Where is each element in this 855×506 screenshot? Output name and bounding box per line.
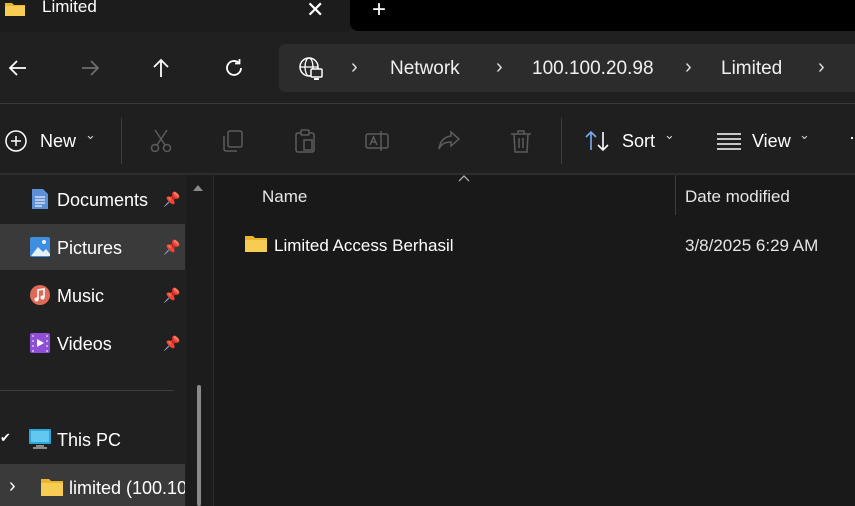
sidebar-item-documents[interactable]: Documents 📌 [0,176,185,222]
breadcrumb-host[interactable]: 100.100.20.98 [532,58,654,80]
refresh-button[interactable] [216,50,252,86]
scroll-up-icon[interactable] [192,183,204,192]
pictures-icon [30,237,50,257]
sort-label: Sort [622,131,656,151]
list-view-icon [717,133,741,150]
back-button[interactable] [0,50,36,86]
file-list [214,175,855,506]
sidebar-item-label: This PC [57,430,122,450]
pin-icon: 📌 [163,191,181,207]
file-date-modified: 3/8/2025 6:29 AM [685,236,819,255]
divider [121,118,122,164]
documents-icon [32,189,48,209]
breadcrumb-limited[interactable]: Limited [721,58,782,80]
up-button[interactable] [143,50,179,86]
pin-icon: 📌 [163,239,181,255]
breadcrumb-chevron[interactable]: › [818,56,825,79]
table-row[interactable]: Limited Access Berhasil 3/8/2025 6:29 AM [230,226,855,264]
pin-icon: 📌 [163,335,181,351]
close-tab-button[interactable]: ✕ [306,0,324,23]
share-icon[interactable] [436,128,462,154]
forward-button[interactable] [72,50,108,86]
chevron-down-icon: ⌄ [85,127,96,142]
sidebar-item-music[interactable]: Music 📌 [0,272,185,318]
view-label: View [752,131,791,151]
view-button[interactable]: View ⌄ [712,122,822,160]
sidebar-item-videos[interactable]: Videos 📌 [0,320,185,366]
chevron-down-icon: ⌄ [664,127,675,142]
chevron-right-icon[interactable]: › [9,475,16,498]
cut-icon[interactable] [148,128,174,154]
sort-ascending-icon [458,175,470,182]
breadcrumb-chevron[interactable]: › [351,56,358,79]
videos-icon [30,333,50,353]
sidebar-item-label: Pictures [57,238,123,258]
pin-icon: 📌 [163,287,181,303]
folder-icon [5,3,25,16]
sidebar-item-label: limited (100.10 [69,478,185,498]
column-header-date-modified[interactable]: Date modified [685,187,790,207]
sort-icon [585,130,609,152]
refresh-icon [226,59,242,76]
sidebar-item-pictures[interactable]: Pictures 📌 [0,224,185,270]
new-button[interactable]: New ⌄ [0,122,108,160]
file-name: Limited Access Berhasil [274,236,454,255]
arrow-right-icon [82,60,100,76]
this-pc-icon [29,429,51,449]
paste-icon[interactable] [292,128,318,154]
sidebar-item-limited-share[interactable]: › limited (100.10 [0,464,185,506]
folder-icon [245,236,267,252]
sidebar-item-label: Videos [57,334,112,354]
column-header-name[interactable]: Name [262,187,307,207]
more-options-button[interactable]: ⋯ [849,128,855,149]
music-icon [30,285,50,305]
breadcrumb-network[interactable]: Network [390,58,460,80]
network-globe-icon [299,57,323,80]
chevron-down-icon: ⌄ [799,127,810,142]
copy-icon[interactable] [220,128,246,154]
sidebar-item-label: Documents [57,190,149,210]
tab-strip-empty [350,0,855,31]
folder-icon [41,479,63,496]
rename-icon[interactable] [364,128,390,154]
delete-icon[interactable] [508,128,534,154]
scrollbar-thumb[interactable] [197,385,201,506]
checkmark-icon: ✔ [0,430,11,445]
plus-circle-icon [5,130,27,152]
arrow-left-icon [8,60,26,76]
breadcrumb-chevron[interactable]: › [685,56,692,79]
sidebar-item-this-pc[interactable]: ✔ This PC [0,416,185,462]
breadcrumb-chevron[interactable]: › [496,56,503,79]
new-tab-button[interactable]: + [372,0,386,24]
new-label: New [40,131,77,151]
tab-title: Limited [42,0,97,16]
sidebar-item-label: Music [57,286,105,306]
sort-button[interactable]: Sort ⌄ [582,122,682,160]
column-divider[interactable] [675,175,676,215]
divider [561,118,562,164]
divider [0,390,174,391]
arrow-up-icon [153,58,169,77]
